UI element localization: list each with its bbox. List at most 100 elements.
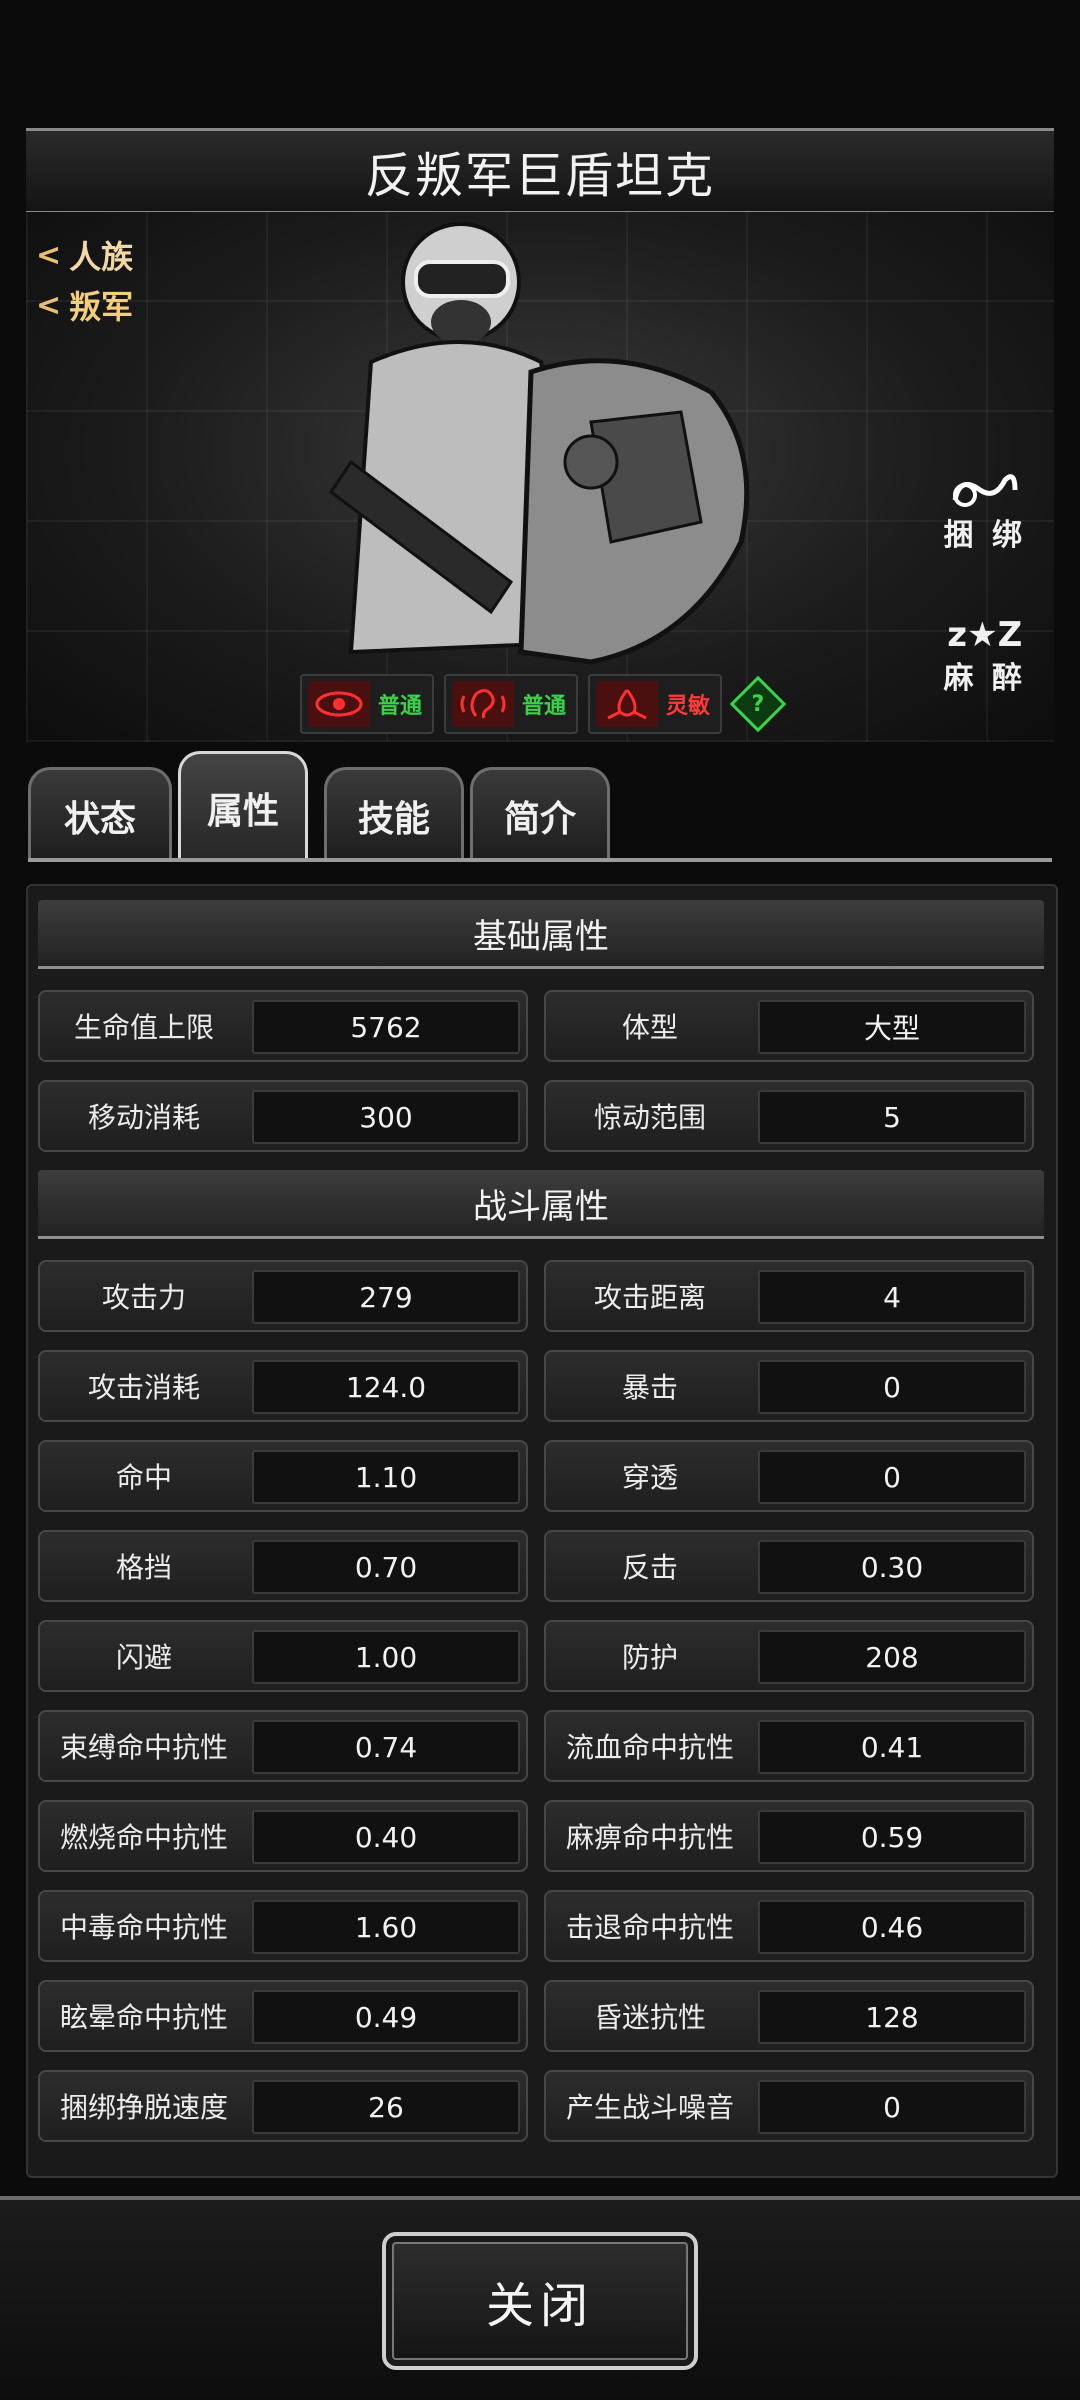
section-header-basic: 基础属性 [38,900,1044,969]
attribute-label: 攻击力 [101,1281,186,1314]
attribute-cell: 麻痹命中抗性 0.59 [544,1800,1034,1872]
soldier-portrait [328,222,750,665]
attribute-cell: 眩晕命中抗性 0.49 [38,1980,528,2052]
attribute-label: 燃烧命中抗性 [59,1821,228,1854]
share-icon: < [36,287,62,323]
tab-attributes[interactable]: 属性 [178,751,308,862]
attribute-value: 300 [252,1090,520,1144]
title-bar: 反叛军巨盾坦克 [26,128,1054,214]
attribute-cell: 惊动范围 5 [544,1080,1034,1152]
attribute-label: 攻击距离 [593,1281,706,1314]
attribute-value: 0.59 [758,1810,1026,1864]
share-icon: < [36,237,62,273]
smell-sense[interactable]: 灵敏 [588,674,723,734]
attribute-value: 0.30 [758,1540,1026,1594]
sedate-action[interactable]: z★Z 麻 醉 [944,617,1026,697]
sleep-icon: z★Z [947,615,1023,655]
smell-icon [596,681,659,727]
attribute-label: 命中 [115,1461,172,1494]
unit-title: 反叛军巨盾坦克 [364,148,715,204]
attribute-value: 1.00 [252,1630,520,1684]
attribute-label: 击退命中抗性 [565,1911,734,1944]
help-icon: ? [751,691,765,717]
attribute-cell: 攻击力 279 [38,1260,528,1332]
attribute-label: 穿透 [621,1461,678,1494]
attribute-cell: 中毒命中抗性 1.60 [38,1890,528,1962]
attribute-value: 0 [758,1450,1026,1504]
attribute-value: 0.74 [252,1720,520,1774]
attribute-cell: 攻击距离 4 [544,1260,1034,1332]
attribute-label: 格挡 [115,1551,172,1584]
attribute-label: 昏迷抗性 [593,2001,706,2034]
attribute-label: 惊动范围 [593,1101,706,1134]
faction-tag-human[interactable]: < 人族 [36,232,133,278]
attribute-cell: 移动消耗 300 [38,1080,528,1152]
attribute-value: 208 [758,1630,1026,1684]
unit-portrait-area: < 人族 < 叛军 捆 绑 z★Z 麻 醉 [26,212,1054,742]
attribute-cell: 昏迷抗性 128 [544,1980,1034,2052]
attribute-cell: 闪避 1.00 [38,1620,528,1692]
attribute-label: 束缚命中抗性 [59,1731,228,1764]
attribute-cell: 攻击消耗 124.0 [38,1350,528,1422]
faction-tag-rebel[interactable]: < 叛军 [36,282,133,328]
faction-label: 人族 [69,238,134,276]
attribute-cell: 反击 0.30 [544,1530,1034,1602]
attribute-value: 0 [758,1360,1026,1414]
attribute-cell: 命中 1.10 [38,1440,528,1512]
close-button[interactable]: 关闭 [382,2232,698,2370]
attribute-value: 4 [758,1270,1026,1324]
tab-skills[interactable]: 技能 [324,767,464,862]
attribute-cell: 燃烧命中抗性 0.40 [38,1800,528,1872]
attribute-label: 流血命中抗性 [565,1731,734,1764]
section-header-combat: 战斗属性 [38,1170,1044,1239]
attribute-label: 体型 [621,1011,678,1044]
attribute-value: 5 [758,1090,1026,1144]
attribute-cell: 暴击 0 [544,1350,1034,1422]
attribute-value: 大型 [758,1000,1026,1054]
attributes-panel: 基础属性 战斗属性 生命值上限 5762 体型 大型移动消耗 300 惊动范围 5 攻击力 27… [26,884,1058,2178]
attribute-cell: 击退命中抗性 0.46 [544,1890,1034,1962]
attribute-value: 0 [758,2080,1026,2134]
bind-action[interactable]: 捆 绑 [944,470,1026,554]
tab-divider [28,858,1052,862]
attribute-label: 闪避 [115,1641,172,1674]
attribute-label: 防护 [621,1641,678,1674]
hearing-sense[interactable]: 普通 [444,674,579,734]
attribute-cell: 体型 大型 [544,990,1034,1062]
attribute-label: 生命值上限 [73,1011,214,1044]
attribute-value: 0.40 [252,1810,520,1864]
attribute-value: 5762 [252,1000,520,1054]
attribute-label: 眩晕命中抗性 [59,2001,228,2034]
attribute-cell: 束缚命中抗性 0.74 [38,1710,528,1782]
attribute-cell: 捆绑挣脱速度 26 [38,2070,528,2142]
attribute-cell: 生命值上限 5762 [38,990,528,1062]
hearing-level: 普通 [522,694,567,719]
attribute-value: 0.49 [252,1990,520,2044]
attribute-cell: 防护 208 [544,1620,1034,1692]
sedate-label: 麻 醉 [943,661,1026,696]
attribute-value: 128 [758,1990,1026,2044]
attribute-cell: 流血命中抗性 0.41 [544,1710,1034,1782]
attribute-label: 产生战斗噪音 [565,2091,734,2124]
attribute-label: 麻痹命中抗性 [565,1821,734,1854]
tab-intro[interactable]: 简介 [470,767,610,862]
sight-sense[interactable]: 普通 [300,674,435,734]
help-button[interactable]: ? [729,675,787,733]
sight-level: 普通 [378,694,423,719]
faction-label: 叛军 [69,288,134,326]
senses-row: 普通 普通 灵敏 ? [300,674,787,734]
smell-level: 灵敏 [666,694,711,719]
ear-icon [452,681,515,727]
tab-status[interactable]: 状态 [28,767,172,862]
attribute-label: 捆绑挣脱速度 [59,2091,228,2124]
bind-label: 捆 绑 [943,518,1026,553]
attribute-value: 1.60 [252,1900,520,1954]
eye-icon [308,681,370,727]
rope-icon [952,474,1018,507]
attribute-value: 0.41 [758,1720,1026,1774]
attribute-value: 1.10 [252,1450,520,1504]
attribute-cell: 产生战斗噪音 0 [544,2070,1034,2142]
attribute-value: 26 [252,2080,520,2134]
attribute-label: 暴击 [621,1371,678,1404]
attribute-cell: 格挡 0.70 [38,1530,528,1602]
